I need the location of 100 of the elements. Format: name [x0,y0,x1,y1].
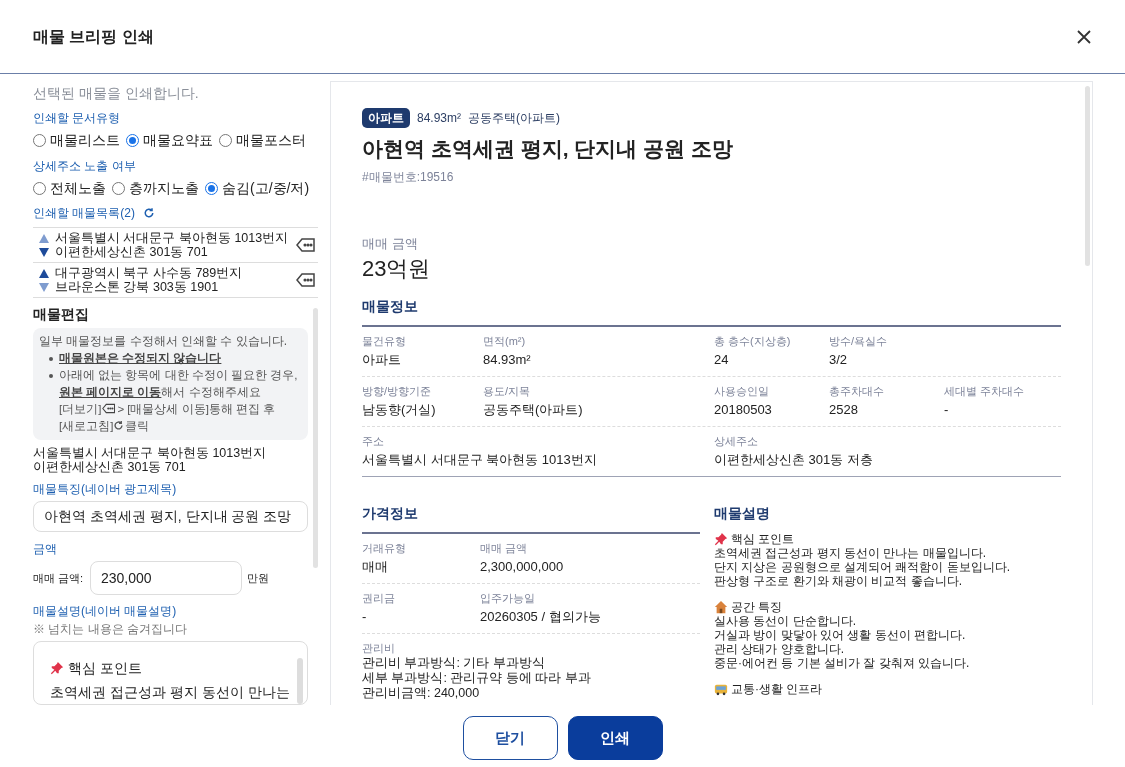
field-value: 남동향(거실) [362,401,436,417]
section-title: 매물설명 [714,503,771,523]
price-label: 매매 금액 [362,235,419,253]
radio-option[interactable]: 매물리스트 [33,130,120,151]
notice-link[interactable]: 원본 페이지로 이동 [59,386,162,398]
field-value: 이편한세상신촌 301동 저층 [714,451,873,467]
listing-detail: 이편한세상신촌 301동 701 [55,245,209,259]
radio-option[interactable]: 매물요약표 [126,130,213,151]
notice-text: [새로고침] 클릭 [59,419,151,434]
field-value: 3/2 [829,351,848,367]
field-value: 매매 [362,558,388,574]
description-text: 거실과 방이 맞닿아 있어 생활 동선이 편합니다. [714,627,967,642]
listing-detail: 브라운스톤 강북 303동 1901 [55,280,220,294]
field-label: 사용승인일 [714,383,770,399]
field-label: 상세주소 [714,433,759,449]
move-down-button[interactable] [39,247,49,257]
listing-number: #매물번호:19516 [362,169,455,186]
field-value: 아파트 [362,351,401,367]
description-textarea[interactable]: 핵심 포인트 초역세권 접근성과 평지 동선이 만나는 [33,641,308,705]
description-heading: 핵심 포인트 [731,531,795,546]
field-value: 20180503 [714,401,772,417]
field-value: 20260305 / 협의가능 [480,608,601,624]
fee-text: 관리비금액: 240,000 [362,685,481,701]
edit-title: 매물편집 [33,305,90,324]
description-heading: 공간 특징 [731,599,783,614]
note-text: ※ 넘치는 내용은 숨겨집니다 [33,621,188,638]
radio-button[interactable] [219,134,232,147]
close-icon [1076,28,1092,45]
notice-text: 아래에 없는 항목에 대한 수정이 필요한 경우, [59,368,298,383]
notice-link[interactable]: 매물원본은 수정되지 않습니다 [59,352,222,364]
radio-button[interactable] [33,182,46,195]
listing-row[interactable]: 대구광역시 북구 사수동 789번지 브라운스톤 강북 303동 1901 [33,263,318,298]
scrollbar[interactable] [1085,86,1090,266]
print-button[interactable]: 인쇄 [567,716,663,760]
textarea-text: 초역세권 접근성과 평지 동선이 만나는 [50,683,291,702]
radio-option[interactable]: 전체노출 [33,178,106,199]
usage-text: 공동주택(아파트) [468,110,561,127]
description-text: 관리 상태가 양호합니다. [714,641,845,656]
price-field-label: 매매 금액: [33,570,85,586]
close-dialog-button[interactable]: 닫기 [462,716,558,760]
field-label: 방향/방향기준 [362,383,433,399]
move-up-button[interactable] [39,268,49,278]
listing-address: 대구광역시 북구 사수동 789번지 [55,266,244,280]
section-title: 가격정보 [362,502,700,534]
subtitle-text: 선택된 매물을 인쇄합니다. [33,84,200,103]
more-tag-icon[interactable] [296,272,316,288]
field-label: 총주차대수 [829,383,885,399]
field-label: 매물특징(네이버 광고제목) [33,481,178,498]
price-input[interactable]: 230,000 [90,561,242,595]
radio-option[interactable]: 층까지노출 [112,178,199,199]
field-value: - [944,401,949,417]
section-title: 매물정보 [362,295,1061,327]
field-label: 거래유형 [362,540,407,556]
radio-option[interactable]: 숨김(고/중/저) [205,178,310,199]
more-tag-icon[interactable] [102,403,117,414]
field-label: 세대별 주차대수 [944,383,1026,399]
pushpin-icon [50,661,64,675]
description-text: 단지 지상은 공원형으로 설계되어 쾌적함이 돋보입니다. [714,559,1011,574]
field-value: 84.93m² [483,351,531,367]
unit-text: 만원 [247,570,269,586]
listing-title: 아현역 초역세권 평지, 단지내 공원 조망 [362,136,734,162]
fee-text: 관리비 부과방식: 기타 부과방식 [362,655,546,671]
field-label: 방수/욕실수 [829,333,889,349]
radio-button[interactable] [112,182,125,195]
field-label: 총 층수(지상층) [714,333,792,349]
price-text: 23억원 [362,254,432,283]
area-text: 84.93m² [417,110,462,127]
notice-text: 일부 매물정보를 수정해서 인쇄할 수 있습니다. [39,333,288,350]
radio-button[interactable] [205,182,218,195]
address-text: 서울특별시 서대문구 북아현동 1013번지 [33,446,268,460]
description-text: 초역세권 접근성과 평지 동선이 만나는 매물입니다. [714,545,987,560]
field-value: 24 [714,351,729,367]
section-label: 상세주소 노출 여부 [33,158,137,175]
field-value: 2528 [829,401,858,417]
radio-button[interactable] [33,134,46,147]
description-text: 중문·에어컨 등 기본 설비가 잘 갖춰져 있습니다. [714,655,971,670]
field-label: 물건유형 [362,333,407,349]
field-label: 관리비 [362,640,396,656]
textarea-text: 핵심 포인트 [68,659,142,678]
field-label: 매물설명(네이버 매물설명) [33,603,178,620]
description-heading: 교통·생활 인프라 [731,681,823,696]
feature-input[interactable]: 아현역 초역세권 평지, 단지내 공원 조망 [33,501,308,532]
section-label: 인쇄할 문서유형 [33,110,122,127]
radio-button[interactable] [126,134,139,147]
fee-text: 세부 부과방식: 관리규약 등에 따라 부과 [362,670,592,686]
refresh-icon [113,420,125,431]
more-tag-icon[interactable] [296,237,316,253]
notice-text: [더보기] > [매물상세 이동]통해 편집 후 [59,402,277,417]
field-label: 주소 [362,433,385,449]
notice-text: 원본 페이지로 이동해서 수정해주세요 [59,385,262,400]
pushpin-icon [714,531,728,546]
field-label: 입주가능일 [480,590,536,606]
refresh-icon[interactable] [143,207,155,219]
scrollbar[interactable] [313,308,318,568]
radio-option[interactable]: 매물포스터 [219,130,306,151]
field-value: 공동주택(아파트) [483,401,583,417]
listing-row[interactable]: 서울특별시 서대문구 북아현동 1013번지 이편한세상신촌 301동 701 [33,228,318,263]
section-label: 인쇄할 매물목록(2) [33,205,135,222]
field-value: - [362,608,367,624]
scrollbar[interactable] [297,658,303,704]
